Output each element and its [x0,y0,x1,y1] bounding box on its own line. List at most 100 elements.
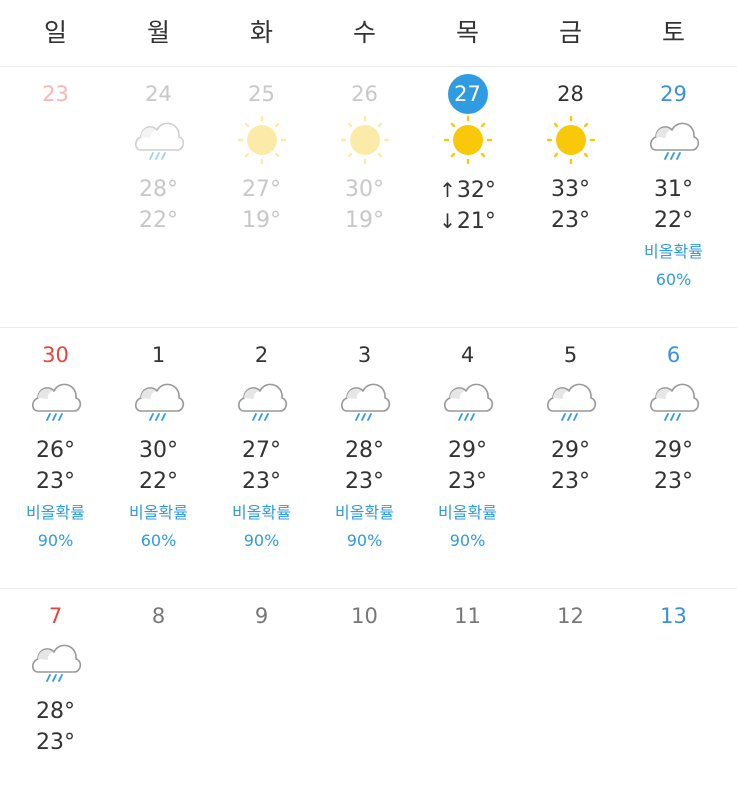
rain-probability-label: 비올확률 [129,503,188,522]
day-cell[interactable]: 30 26° 23° 비올확률 90% [4,328,107,588]
week-row-2: 30 26° 23° 비올확률 90% 1 30° 22° 비올확률 60% 2… [0,328,737,589]
weekday-wed: 수 [352,18,376,47]
day-cell[interactable]: 8 [107,589,210,788]
rain-probability-value: 90% [37,531,74,550]
day-cell[interactable]: 24 28° 22° [107,67,210,327]
day-cell[interactable]: 29 31° 22° 비올확률 60% [622,67,725,327]
day-cell[interactable]: 11 [416,589,519,788]
day-date: 29 [660,82,687,106]
day-cell[interactable]: 28 33° 23° [519,67,622,327]
day-date: 5 [563,343,578,367]
low-temp: 22° [139,469,178,494]
low-temp: 23° [654,469,693,494]
day-date: 6 [666,343,681,367]
day-date: 7 [48,604,63,628]
rain-cloud-icon [649,383,699,421]
low-temp: 23° [242,469,281,494]
up-arrow-icon: ↑ [439,178,456,202]
low-temp: 22° [139,208,178,233]
high-temp: 28° [345,438,384,463]
weather-calendar: 일 월 화 수 목 금 토 23 24 28° 22° 25 27° 19° 2… [0,0,737,788]
low-temp-value: 21° [456,209,496,234]
day-date: 9 [254,604,269,628]
week-row-3: 7 28° 23° 8 9 10 11 12 13 [0,589,737,788]
today-date-badge: 27 [447,74,488,114]
low-temp: 23° [36,730,75,755]
rain-cloud-icon [649,122,699,160]
weekday-sun: 일 [43,18,67,47]
rain-probability-value: 90% [243,531,280,550]
high-temp: ↑32° [416,176,519,205]
day-cell[interactable]: 4 29° 23° 비올확률 90% [416,328,519,588]
low-temp: 23° [345,469,384,494]
day-cell[interactable]: 25 27° 19° [210,67,313,327]
high-temp: 29° [654,438,693,463]
high-temp: 28° [139,177,178,202]
sun-icon [443,115,492,165]
rain-cloud-icon [134,383,184,421]
day-cell[interactable]: 1 30° 22° 비올확률 60% [107,328,210,588]
high-temp-value: 32° [456,178,496,203]
day-cell[interactable]: 13 [622,589,725,788]
day-cell-today[interactable]: 27 ↑32° ↓21° [416,67,519,327]
low-temp: 23° [551,469,590,494]
weekday-thu: 목 [455,18,479,47]
day-cell[interactable]: 26 30° 19° [313,67,416,327]
rain-cloud-icon [546,383,596,421]
rain-cloud-icon [134,122,184,160]
day-date: 3 [357,343,372,367]
day-date: 12 [557,604,584,628]
rain-probability-label: 비올확률 [644,242,703,261]
day-date: 25 [248,82,275,106]
weekday-tue: 화 [249,18,273,47]
high-temp: 31° [654,177,693,202]
high-temp: 28° [36,699,75,724]
day-cell[interactable]: 5 29° 23° [519,328,622,588]
weekday-sat: 토 [661,18,685,47]
sun-icon [340,115,389,165]
rain-probability-value: 90% [346,531,383,550]
day-date: 1 [151,343,166,367]
high-temp: 29° [551,438,590,463]
high-temp: 33° [551,177,590,202]
rain-cloud-icon [31,644,81,682]
day-date: 13 [660,604,687,628]
rain-probability-label: 비올확률 [26,503,85,522]
low-temp: 23° [448,469,487,494]
rain-cloud-icon [31,383,81,421]
day-cell[interactable]: 3 28° 23° 비올확률 90% [313,328,416,588]
day-date: 10 [351,604,378,628]
day-cell[interactable]: 7 28° 23° [4,589,107,788]
low-temp: 19° [345,208,384,233]
day-date: 23 [42,82,69,106]
rain-probability-value: 60% [655,270,692,289]
low-temp: 23° [551,208,590,233]
rain-cloud-icon [443,383,493,421]
high-temp: 30° [139,438,178,463]
weekday-header: 일 월 화 수 목 금 토 [0,0,737,67]
day-date: 28 [557,82,584,106]
rain-probability-value: 90% [449,531,486,550]
day-cell[interactable]: 10 [313,589,416,788]
high-temp: 27° [242,438,281,463]
day-cell[interactable]: 12 [519,589,622,788]
low-temp: 22° [654,208,693,233]
day-date: 8 [151,604,166,628]
weekday-mon: 월 [146,18,170,47]
low-temp: 19° [242,208,281,233]
rain-cloud-icon [340,383,390,421]
high-temp: 26° [36,438,75,463]
low-temp: 23° [36,469,75,494]
high-temp: 29° [448,438,487,463]
high-temp: 30° [345,177,384,202]
day-cell[interactable]: 2 27° 23° 비올확률 90% [210,328,313,588]
sun-icon [237,115,286,165]
down-arrow-icon: ↓ [439,209,456,233]
rain-probability-label: 비올확률 [335,503,394,522]
rain-probability-label: 비올확률 [232,503,291,522]
day-cell[interactable]: 23 [4,67,107,327]
day-cell[interactable]: 9 [210,589,313,788]
day-cell[interactable]: 6 29° 23° [622,328,725,588]
day-date: 30 [42,343,69,367]
day-date: 24 [145,82,172,106]
